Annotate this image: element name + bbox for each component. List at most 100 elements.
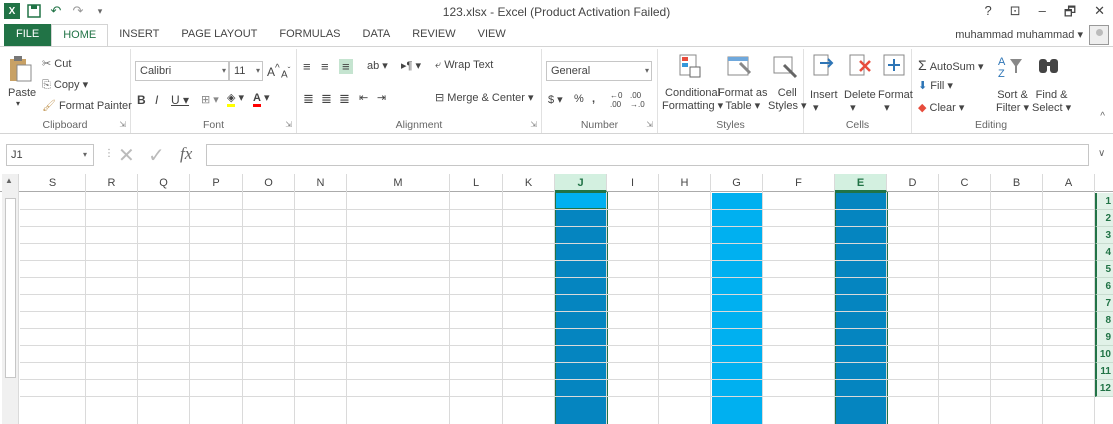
tab-page-layout[interactable]: PAGE LAYOUT bbox=[170, 24, 268, 46]
enter-icon[interactable]: ✓ bbox=[148, 143, 165, 168]
number-launcher-icon[interactable]: ⇲ bbox=[646, 120, 653, 129]
column-header-m[interactable]: M bbox=[347, 174, 450, 192]
increase-decimal-icon[interactable]: ←0.00 bbox=[610, 91, 622, 109]
percent-icon[interactable]: % bbox=[574, 93, 584, 105]
column-header-f[interactable]: F bbox=[763, 174, 835, 192]
insert-button[interactable]: Insert ▾ bbox=[810, 89, 838, 114]
find-select-button[interactable]: Find & Select ▾ bbox=[1032, 89, 1071, 114]
bold-icon[interactable]: B bbox=[137, 93, 146, 107]
close-icon[interactable]: ✕ bbox=[1094, 3, 1105, 25]
middle-align-icon[interactable]: ≡ bbox=[321, 59, 329, 74]
minimize-icon[interactable]: – bbox=[1039, 3, 1046, 25]
wrap-text-button[interactable]: ⤶ Wrap Text bbox=[435, 59, 493, 72]
format-painter-button[interactable]: 🖌 Format Painter bbox=[42, 99, 132, 112]
column-header-h[interactable]: H bbox=[659, 174, 711, 192]
clipboard-launcher-icon[interactable]: ⇲ bbox=[119, 120, 126, 129]
orientation-icon[interactable]: ab ▾ bbox=[367, 59, 388, 72]
column-header-b[interactable]: B bbox=[991, 174, 1043, 192]
row-header-10[interactable]: 10 bbox=[1095, 346, 1113, 363]
restore-icon[interactable]: 🗗 bbox=[1064, 3, 1076, 25]
column-header-e[interactable]: E bbox=[835, 174, 887, 192]
format-as-table-button[interactable]: Format as Table ▾ bbox=[718, 87, 768, 112]
column-header-o[interactable]: O bbox=[243, 174, 295, 192]
column-header-i[interactable]: I bbox=[607, 174, 659, 192]
tab-data[interactable]: DATA bbox=[352, 24, 402, 46]
column-header-j[interactable]: J bbox=[555, 174, 607, 192]
paste-icon[interactable] bbox=[8, 55, 34, 82]
italic-icon[interactable]: I bbox=[155, 93, 158, 107]
fill-button[interactable]: ⬇ Fill ▾ bbox=[918, 79, 953, 92]
underline-icon[interactable]: U ▾ bbox=[171, 93, 189, 107]
clear-button[interactable]: ◆ Clear ▾ bbox=[918, 101, 964, 114]
column-header-p[interactable]: P bbox=[190, 174, 243, 192]
format-button[interactable]: Format ▾ bbox=[878, 89, 913, 114]
autosum-button[interactable]: Σ AutoSum ▾ bbox=[918, 57, 984, 73]
font-size-select[interactable]: 11 ▾ bbox=[229, 61, 263, 81]
vertical-scrollbar[interactable]: ▲ bbox=[2, 174, 19, 424]
column-header-q[interactable]: Q bbox=[138, 174, 190, 192]
align-right-icon[interactable]: ≣ bbox=[339, 91, 350, 107]
row-header-12[interactable]: 12 bbox=[1095, 380, 1113, 397]
delete-button[interactable]: Delete ▾ bbox=[844, 89, 876, 114]
column-header-a[interactable]: A bbox=[1043, 174, 1095, 192]
ribbon-display-icon[interactable]: ⊡ bbox=[1010, 3, 1021, 25]
row-header-3[interactable]: 3 bbox=[1095, 227, 1113, 244]
paste-button[interactable]: Paste bbox=[8, 87, 36, 99]
cut-button[interactable]: ✂ Cut bbox=[42, 57, 71, 70]
font-launcher-icon[interactable]: ⇲ bbox=[285, 120, 292, 129]
column-header-r[interactable]: R bbox=[86, 174, 138, 192]
column-header-g[interactable]: G bbox=[711, 174, 763, 192]
row-header-2[interactable]: 2 bbox=[1095, 210, 1113, 227]
tab-formulas[interactable]: FORMULAS bbox=[268, 24, 351, 46]
bottom-align-icon[interactable]: ≡ bbox=[339, 59, 353, 74]
number-format-select[interactable]: General ▾ bbox=[546, 61, 652, 81]
column-header-k[interactable]: K bbox=[503, 174, 555, 192]
column-header-n[interactable]: N bbox=[295, 174, 347, 192]
increase-font-icon[interactable]: A^ bbox=[267, 63, 280, 79]
font-color-icon[interactable]: A ▾ bbox=[253, 91, 270, 107]
row-header-7[interactable]: 7 bbox=[1095, 295, 1113, 312]
tab-review[interactable]: REVIEW bbox=[401, 24, 466, 46]
borders-icon[interactable]: ⊞ ▾ bbox=[201, 93, 219, 106]
cancel-icon[interactable]: ✕ bbox=[118, 143, 135, 168]
fill-color-icon[interactable]: ◈ ▾ bbox=[227, 91, 244, 107]
row-header-11[interactable]: 11 bbox=[1095, 363, 1113, 380]
cell-styles-button[interactable]: Cell Styles ▾ bbox=[768, 87, 807, 112]
top-align-icon[interactable]: ≡ bbox=[303, 59, 311, 74]
tab-file[interactable]: FILE bbox=[4, 24, 52, 46]
tab-home[interactable]: HOME bbox=[51, 24, 109, 46]
expand-formula-icon[interactable]: ∨ bbox=[1098, 148, 1105, 159]
decrease-decimal-icon[interactable]: .00 →.0 bbox=[630, 91, 645, 109]
align-center-icon[interactable]: ≣ bbox=[321, 91, 332, 107]
decrease-indent-icon[interactable]: ⇤ bbox=[359, 91, 368, 104]
comma-icon[interactable]: , bbox=[592, 93, 595, 105]
name-box[interactable]: J1 ▾ bbox=[6, 144, 94, 166]
column-header-c[interactable]: C bbox=[939, 174, 991, 192]
row-header-1[interactable]: 1 bbox=[1095, 193, 1113, 210]
decrease-font-icon[interactable]: Aˇ bbox=[281, 65, 290, 80]
increase-indent-icon[interactable]: ⇥ bbox=[377, 91, 386, 104]
worksheet-grid[interactable]: SRQPONMLKJIHGFEDCBA 1 2 3 4 5 6 7 8 9 10 11 12 ▲ bbox=[0, 174, 1113, 424]
active-cell-j1[interactable] bbox=[556, 193, 606, 209]
conditional-formatting-button[interactable]: Conditional Formatting ▾ bbox=[662, 87, 723, 112]
merge-center-button[interactable]: ⊟ Merge & Center ▾ bbox=[435, 91, 534, 104]
row-header-9[interactable]: 9 bbox=[1095, 329, 1113, 346]
row-header-5[interactable]: 5 bbox=[1095, 261, 1113, 278]
column-header-d[interactable]: D bbox=[887, 174, 939, 192]
copy-button[interactable]: ⎘ Copy ▾ bbox=[42, 78, 88, 92]
column-header-l[interactable]: L bbox=[450, 174, 503, 192]
scroll-up-icon[interactable]: ▲ bbox=[5, 176, 13, 185]
collapse-ribbon-icon[interactable]: ^ bbox=[1100, 111, 1105, 122]
currency-icon[interactable]: $ ▾ bbox=[548, 93, 563, 106]
font-name-select[interactable]: Calibri ▾ bbox=[135, 61, 229, 81]
avatar[interactable] bbox=[1089, 25, 1109, 45]
scrollbar-thumb[interactable] bbox=[5, 198, 16, 378]
help-icon[interactable]: ? bbox=[985, 3, 992, 25]
insert-function-icon[interactable]: fx bbox=[180, 144, 192, 164]
formula-input[interactable] bbox=[206, 144, 1089, 166]
align-left-icon[interactable]: ≣ bbox=[303, 91, 314, 107]
tab-view[interactable]: VIEW bbox=[467, 24, 517, 46]
column-header-s[interactable]: S bbox=[20, 174, 86, 192]
user-name[interactable]: muhammad muhammad ▾ bbox=[955, 28, 1083, 41]
tab-insert[interactable]: INSERT bbox=[108, 24, 170, 46]
